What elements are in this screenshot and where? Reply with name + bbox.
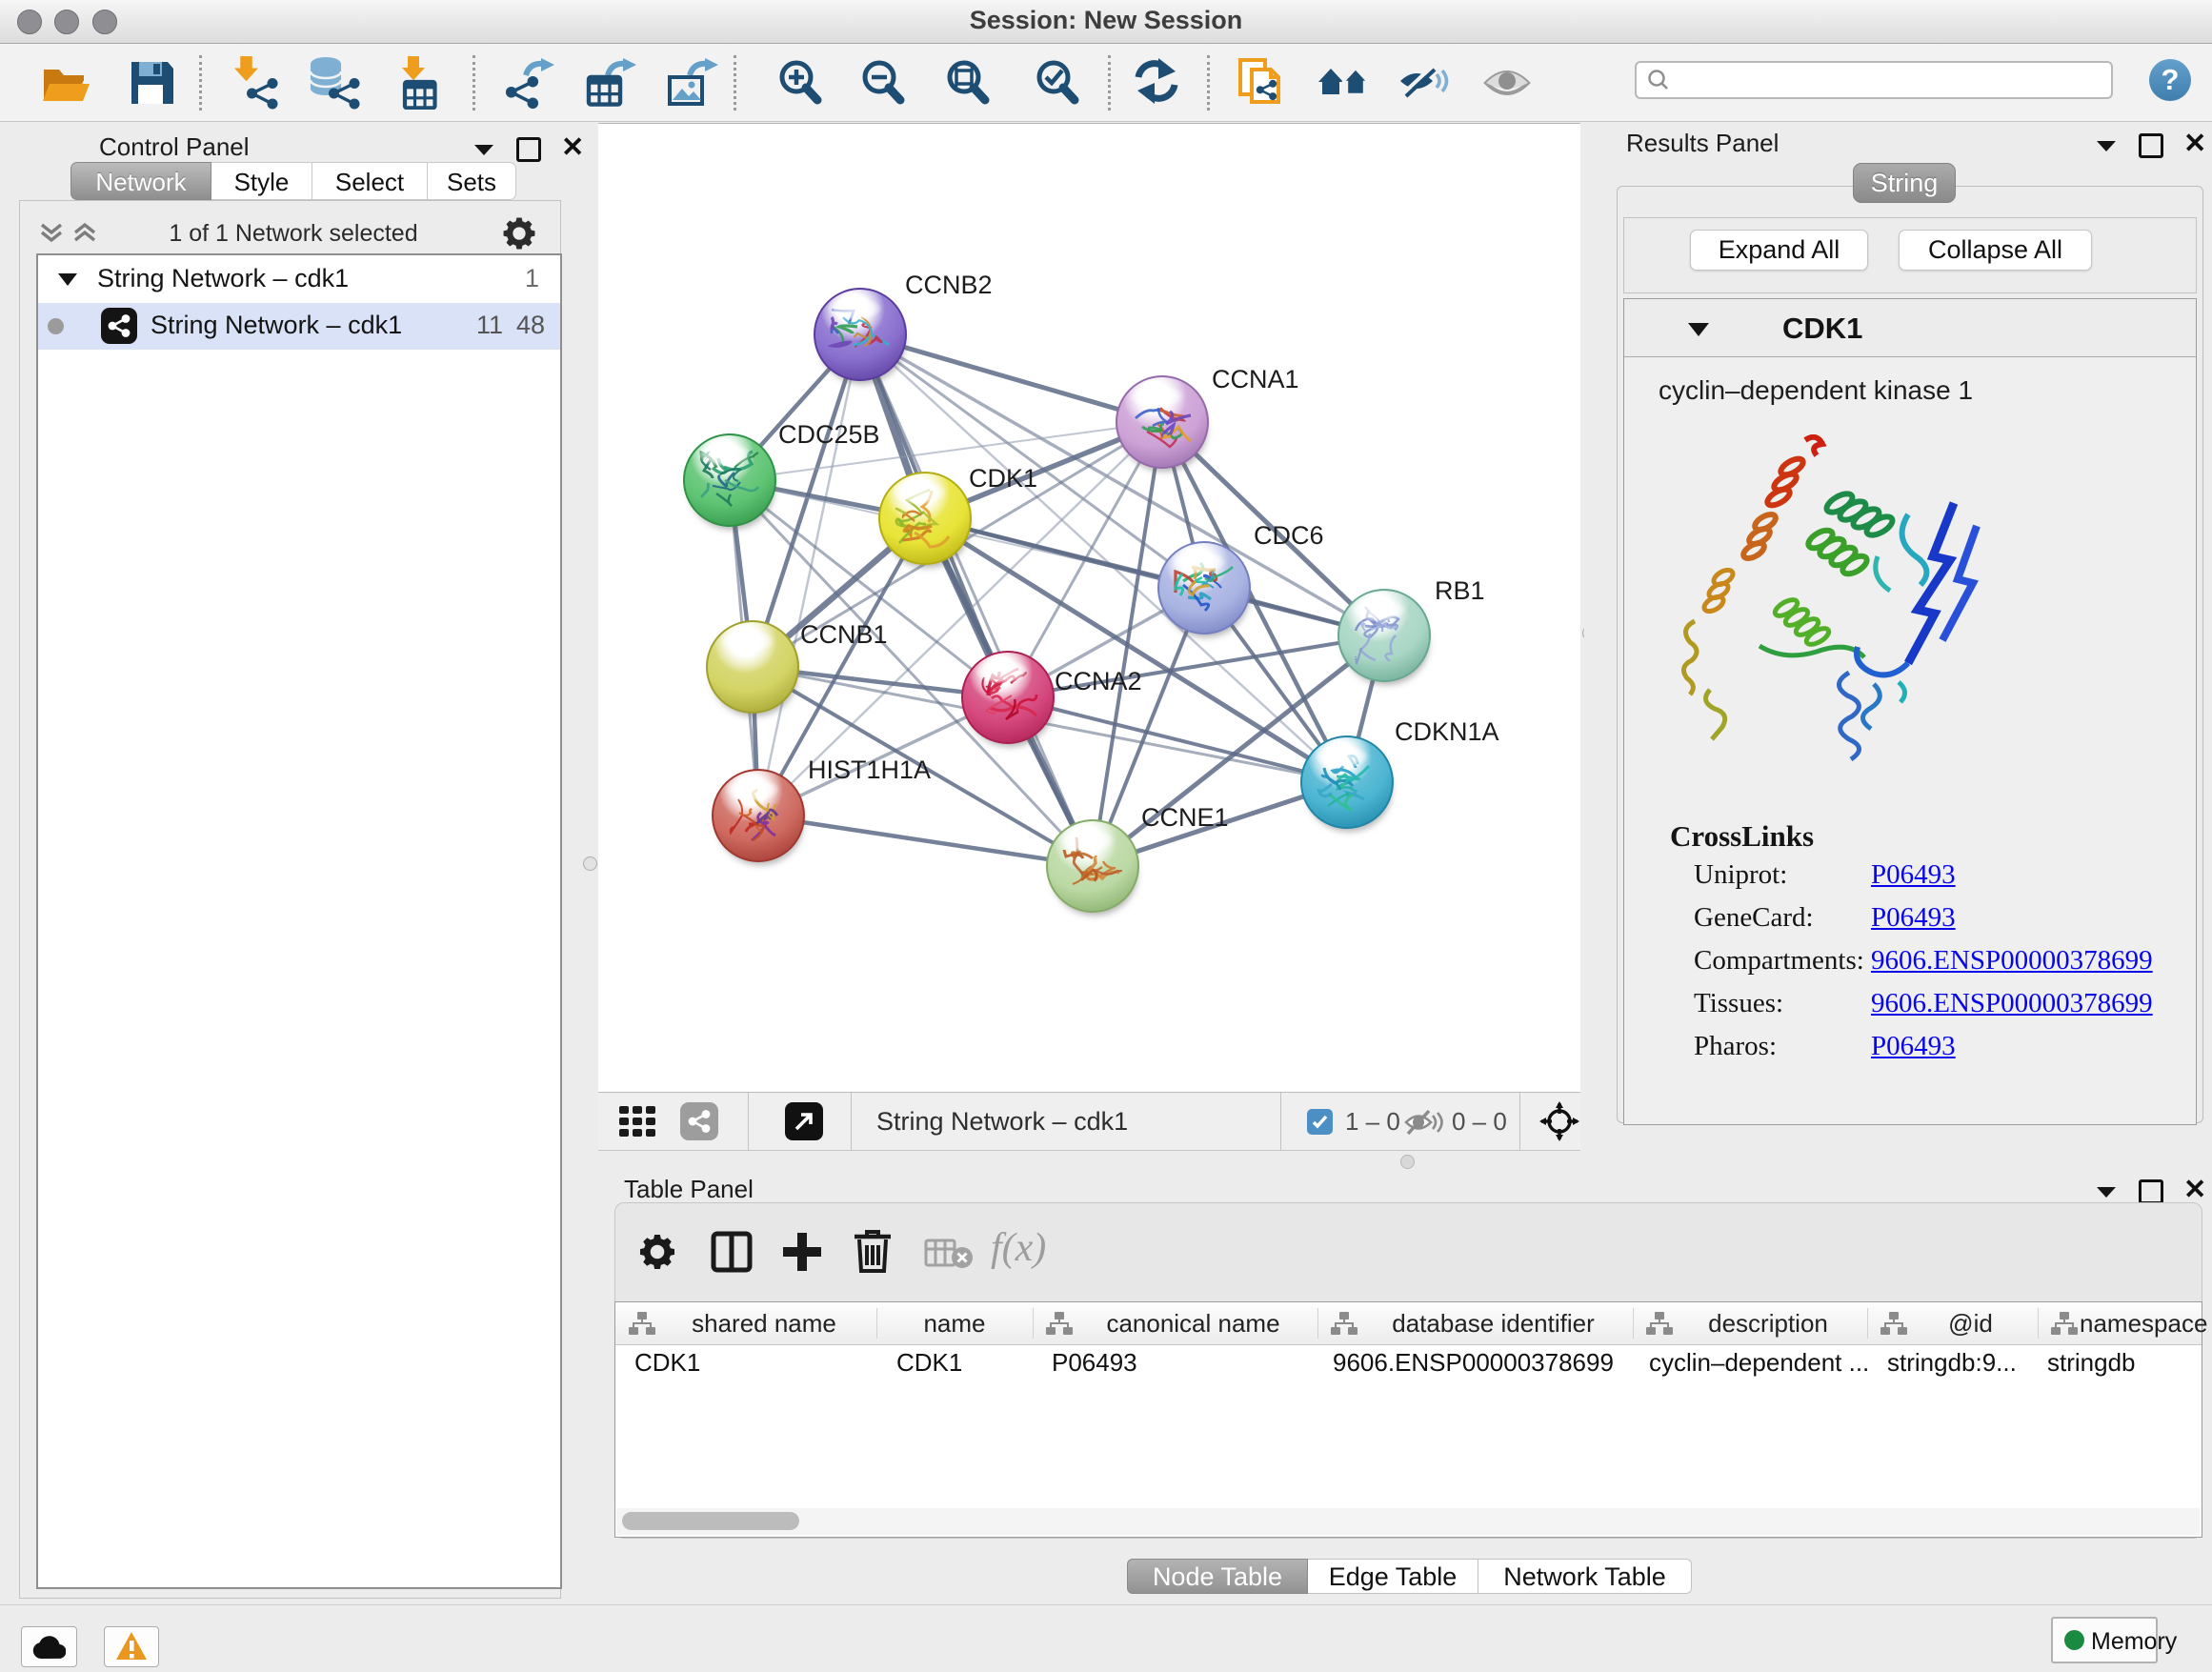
svg-text:RB1: RB1 [1435, 576, 1485, 605]
svg-text:CCNA2: CCNA2 [1055, 667, 1142, 695]
svg-text:CCNB2: CCNB2 [905, 271, 993, 299]
svg-text:HIST1H1A: HIST1H1A [808, 755, 931, 784]
svg-text:CDKN1A: CDKN1A [1395, 717, 1499, 746]
svg-text:CDC6: CDC6 [1254, 521, 1324, 550]
svg-text:CCNE1: CCNE1 [1141, 803, 1229, 832]
svg-text:CDK1: CDK1 [969, 464, 1037, 493]
svg-text:CDC25B: CDC25B [778, 420, 880, 449]
svg-text:CCNA1: CCNA1 [1212, 365, 1299, 393]
svg-text:CCNB1: CCNB1 [800, 620, 888, 649]
